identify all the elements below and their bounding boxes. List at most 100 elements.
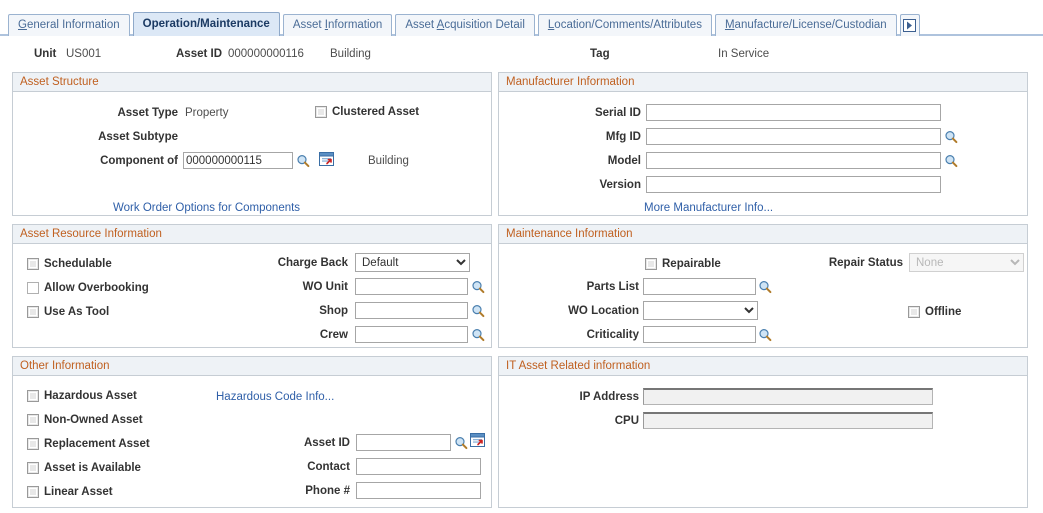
tab-general-information[interactable]: General Information xyxy=(8,14,130,36)
checkbox-box-clustered-asset xyxy=(315,106,327,118)
it-asset-related-information-panel: IT Asset Related information IP Address … xyxy=(498,356,1028,508)
phone-label: Phone # xyxy=(305,485,350,497)
repair-status-select[interactable]: None xyxy=(909,253,1024,272)
checkbox-box-non-owned-asset xyxy=(27,414,39,426)
search-lookup-icon[interactable] xyxy=(454,436,468,450)
tab-list: General Information Operation/Maintenanc… xyxy=(8,12,920,36)
asset-subtype-label: Asset Subtype xyxy=(98,131,178,143)
linear-asset-label: Linear Asset xyxy=(44,486,113,498)
tab-label-manufacture-license-custodian: anufacture/License/Custodian xyxy=(734,19,887,31)
tab-operation-maintenance[interactable]: Operation/Maintenance xyxy=(132,12,280,36)
other-asset-id-input[interactable] xyxy=(356,434,451,451)
version-input[interactable] xyxy=(646,176,941,193)
mfg-id-input[interactable] xyxy=(646,128,941,145)
more-manufacturer-info-link[interactable]: More Manufacturer Info... xyxy=(644,202,773,214)
contact-input[interactable] xyxy=(356,458,481,475)
allow-overbooking-label: Allow Overbooking xyxy=(44,282,149,294)
parts-list-input[interactable] xyxy=(643,278,756,295)
non-owned-asset-label: Non-Owned Asset xyxy=(44,414,143,426)
repairable-checkbox[interactable]: Repairable xyxy=(645,258,721,270)
component-of-input[interactable] xyxy=(183,152,293,169)
search-lookup-icon[interactable] xyxy=(471,280,485,294)
non-owned-asset-checkbox[interactable]: Non-Owned Asset xyxy=(27,414,143,426)
tab-accel-m: M xyxy=(724,19,735,31)
wo-unit-input[interactable] xyxy=(355,278,468,295)
replacement-asset-label: Replacement Asset xyxy=(44,438,150,450)
component-of-description: Building xyxy=(368,155,409,167)
asset-id-label: Asset ID xyxy=(176,48,223,60)
charge-back-select[interactable]: Default xyxy=(355,253,470,272)
asset-type-label: Asset Type xyxy=(117,107,178,119)
linear-asset-checkbox[interactable]: Linear Asset xyxy=(27,486,113,498)
wo-location-select[interactable] xyxy=(643,301,758,320)
serial-id-input[interactable] xyxy=(646,104,941,121)
use-as-tool-label: Use As Tool xyxy=(44,306,110,318)
tab-accel-g: G xyxy=(18,19,27,31)
tab-manufacture-license-custodian[interactable]: Manufacture/License/Custodian xyxy=(714,14,897,36)
model-input[interactable] xyxy=(646,152,941,169)
asset-resource-information-panel: Asset Resource Information Schedulable A… xyxy=(12,224,492,348)
asset-description: Building xyxy=(330,48,371,60)
serial-id-label: Serial ID xyxy=(594,107,641,119)
unit-value: US001 xyxy=(66,48,102,60)
checkbox-box-offline xyxy=(908,306,920,318)
hazardous-code-info-link[interactable]: Hazardous Code Info... xyxy=(216,391,334,403)
offline-checkbox[interactable]: Offline xyxy=(908,306,961,318)
allow-overbooking-checkbox[interactable]: Allow Overbooking xyxy=(27,282,149,294)
asset-is-available-label: Asset is Available xyxy=(44,462,141,474)
search-lookup-icon[interactable] xyxy=(758,328,772,342)
charge-back-label: Charge Back xyxy=(277,257,348,269)
tab-location-comments-attributes[interactable]: Location/Comments/Attributes xyxy=(537,14,712,36)
search-lookup-icon[interactable] xyxy=(471,328,485,342)
ip-address-label: IP Address xyxy=(579,391,639,403)
other-information-title: Other Information xyxy=(13,357,491,376)
search-lookup-icon[interactable] xyxy=(758,280,772,294)
phone-input[interactable] xyxy=(356,482,481,499)
hazardous-asset-label: Hazardous Asset xyxy=(44,390,137,402)
tab-label-operation-maintenance: Operation/Maintenance xyxy=(142,18,270,30)
manufacturer-information-title: Manufacturer Information xyxy=(499,73,1027,92)
maintenance-information-title: Maintenance Information xyxy=(499,225,1027,244)
it-asset-related-information-title: IT Asset Related information xyxy=(499,357,1027,376)
clustered-asset-label: Clustered Asset xyxy=(332,106,420,118)
search-lookup-icon[interactable] xyxy=(944,130,958,144)
other-asset-id-label: Asset ID xyxy=(303,437,350,449)
asset-structure-panel: Asset Structure Asset Type Property Clus… xyxy=(12,72,492,216)
use-as-tool-checkbox[interactable]: Use As Tool xyxy=(27,306,109,318)
asset-is-available-checkbox[interactable]: Asset is Available xyxy=(27,462,141,474)
shop-input[interactable] xyxy=(355,302,468,319)
wo-location-label: WO Location xyxy=(568,305,639,317)
clustered-asset-checkbox[interactable]: Clustered Asset xyxy=(315,106,419,118)
tag-label: Tag xyxy=(590,48,610,60)
asset-status-value: In Service xyxy=(718,48,770,60)
manufacturer-information-panel: Manufacturer Information Serial ID Mfg I… xyxy=(498,72,1028,216)
contact-label: Contact xyxy=(307,461,350,473)
tab-asset-information[interactable]: Asset Information xyxy=(282,14,393,36)
tab-asset-acquisition-detail[interactable]: Asset Acquisition Detail xyxy=(395,14,535,36)
replacement-asset-checkbox[interactable]: Replacement Asset xyxy=(27,438,150,450)
checkbox-box-replacement-asset xyxy=(27,438,39,450)
search-lookup-icon[interactable] xyxy=(296,154,310,168)
hazardous-asset-checkbox[interactable]: Hazardous Asset xyxy=(27,390,137,402)
work-order-options-link[interactable]: Work Order Options for Components xyxy=(113,202,300,214)
model-label: Model xyxy=(607,155,641,167)
parts-list-label: Parts List xyxy=(586,281,639,293)
mfg-id-label: Mfg ID xyxy=(605,131,641,143)
open-new-window-icon[interactable] xyxy=(470,433,485,448)
schedulable-checkbox[interactable]: Schedulable xyxy=(27,258,112,270)
shop-label: Shop xyxy=(319,305,348,317)
search-lookup-icon[interactable] xyxy=(471,304,485,318)
maintenance-information-panel: Maintenance Information Repairable Repai… xyxy=(498,224,1028,348)
search-lookup-icon[interactable] xyxy=(944,154,958,168)
tab-label-asset-acquisition-detail: cquisition Detail xyxy=(444,19,525,31)
repairable-label: Repairable xyxy=(662,258,721,270)
open-new-window-icon[interactable] xyxy=(319,152,334,167)
asset-resource-information-title: Asset Resource Information xyxy=(13,225,491,244)
criticality-label: Criticality xyxy=(586,329,639,341)
checkbox-box-use-as-tool xyxy=(27,306,39,318)
checkbox-box-asset-is-available xyxy=(27,462,39,474)
asset-type-value: Property xyxy=(185,107,229,119)
next-arrow-icon[interactable] xyxy=(899,14,920,36)
criticality-input[interactable] xyxy=(643,326,756,343)
crew-input[interactable] xyxy=(355,326,468,343)
